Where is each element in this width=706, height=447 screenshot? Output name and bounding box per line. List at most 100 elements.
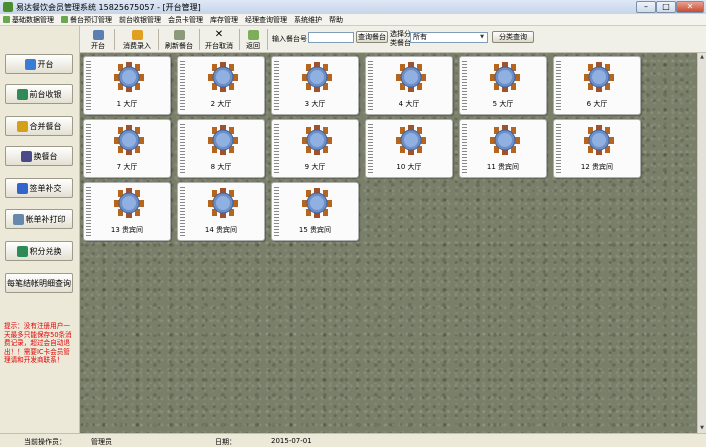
table-number-input[interactable] xyxy=(308,32,354,43)
close-button[interactable]: ✕ xyxy=(676,1,704,13)
dining-table-label: 5 大厅 xyxy=(492,100,514,108)
menu-item-label: 餐台预订管理 xyxy=(70,15,112,24)
sidebar-button[interactable]: 帐单补打印 xyxy=(5,209,73,229)
menu-item-label: 库存管理 xyxy=(210,15,238,24)
scroll-up-icon[interactable]: ▲ xyxy=(698,53,706,62)
dining-table-card[interactable]: 8 大厅 xyxy=(177,119,265,178)
dining-table-label: 4 大厅 xyxy=(398,100,420,108)
dining-table-icon xyxy=(490,62,520,92)
dining-table-card[interactable]: 1 大厅 xyxy=(83,56,171,115)
dining-table-card[interactable]: 12 贵宾间 xyxy=(553,119,641,178)
dining-table-card[interactable]: 15 贵宾间 xyxy=(271,182,359,241)
table-number-label: 输入餐台号 xyxy=(272,35,307,43)
menu-item[interactable]: 库存管理 xyxy=(207,15,242,25)
close-icon: ✕ xyxy=(686,2,694,11)
menu-item[interactable]: 经理查询管理 xyxy=(242,15,291,25)
toolbar-separator xyxy=(114,29,115,50)
sidebar-button-icon xyxy=(16,120,28,132)
menu-item[interactable]: 基础数据管理 xyxy=(0,15,58,25)
sidebar-button-icon xyxy=(20,150,32,162)
minimize-button[interactable]: – xyxy=(636,1,656,13)
sidebar-button[interactable]: 换餐台 xyxy=(5,146,73,166)
sidebar-button[interactable]: 开台 xyxy=(5,54,73,74)
operator-value: 管理员 xyxy=(91,438,112,446)
category-query-button[interactable]: 分类查询 xyxy=(492,31,534,43)
dining-table-card[interactable]: 10 大厅 xyxy=(365,119,453,178)
refresh-icon xyxy=(173,30,185,40)
dining-table-icon xyxy=(208,62,238,92)
sidebar-button[interactable]: 前台收银 xyxy=(5,84,73,104)
menu-item[interactable]: 前台收银管理 xyxy=(116,15,165,25)
app-logo-icon xyxy=(3,2,13,12)
dining-table-card[interactable]: 6 大厅 xyxy=(553,56,641,115)
minimize-icon: – xyxy=(644,2,648,11)
consumption-entry-button[interactable]: 消费录入 xyxy=(120,27,154,52)
back-label: 返回 xyxy=(246,42,260,50)
dining-table-label: 15 贵宾间 xyxy=(298,226,332,234)
maximize-button[interactable]: □ xyxy=(656,1,676,13)
menu-item-label: 会员卡管理 xyxy=(168,15,203,24)
dining-table-card[interactable]: 9 大厅 xyxy=(271,119,359,178)
dining-table-card[interactable]: 13 贵宾间 xyxy=(83,182,171,241)
dining-table-label: 6 大厅 xyxy=(586,100,608,108)
sidebar-button-icon xyxy=(16,245,28,257)
category-selected-value: 所有 xyxy=(413,33,427,41)
vertical-scrollbar[interactable]: ▲ ▼ xyxy=(697,53,706,433)
dining-table-label: 13 贵宾间 xyxy=(110,226,144,234)
maximize-icon: □ xyxy=(662,2,670,11)
dining-table-label: 9 大厅 xyxy=(304,163,326,171)
dining-table-card[interactable]: 2 大厅 xyxy=(177,56,265,115)
toolbar-separator xyxy=(158,29,159,50)
menu-item[interactable]: 帮助 xyxy=(326,15,347,25)
back-button[interactable]: 返回 xyxy=(243,27,263,52)
dining-table-icon xyxy=(584,125,614,155)
dining-table-icon xyxy=(490,125,520,155)
scroll-down-icon[interactable]: ▼ xyxy=(698,424,706,433)
toolbar: 开台 消费录入 刷新餐台 ✕ 开台取消 返回 输入餐台号 查询餐台 选择分 类餐… xyxy=(80,26,706,53)
food-entry-icon xyxy=(131,30,143,40)
date-label: 日期： xyxy=(215,438,236,446)
cancel-open-table-label: 开台取消 xyxy=(205,42,233,50)
sidebar-button[interactable]: 签单补交 xyxy=(5,178,73,198)
refresh-tables-button[interactable]: 刷新餐台 xyxy=(162,27,196,52)
cancel-x-icon: ✕ xyxy=(214,29,224,40)
left-sidebar: 提示：没有注册用户一天最多只能保存50条消费记录，超过会自动退出！！需要IC卡会… xyxy=(0,26,80,433)
open-table-button[interactable]: 开台 xyxy=(86,27,110,52)
dining-table-card[interactable]: 11 贵宾间 xyxy=(459,119,547,178)
dining-table-icon xyxy=(208,188,238,218)
dining-table-card[interactable]: 5 大厅 xyxy=(459,56,547,115)
dining-table-label: 3 大厅 xyxy=(304,100,326,108)
refresh-tables-label: 刷新餐台 xyxy=(165,42,193,50)
query-table-button[interactable]: 查询餐台 xyxy=(356,31,388,43)
dining-table-icon xyxy=(114,62,144,92)
menu-item-label: 经理查询管理 xyxy=(245,15,287,24)
dining-table-card[interactable]: 7 大厅 xyxy=(83,119,171,178)
dining-table-label: 11 贵宾间 xyxy=(486,163,520,171)
dining-table-card[interactable]: 3 大厅 xyxy=(271,56,359,115)
sidebar-button-icon xyxy=(24,58,36,70)
dining-table-card[interactable]: 4 大厅 xyxy=(365,56,453,115)
sidebar-button[interactable]: 积分兑换 xyxy=(5,241,73,261)
menu-item-label: 帮助 xyxy=(329,15,343,24)
sidebar-button-label: 开台 xyxy=(37,59,54,69)
menu-item[interactable]: 餐台预订管理 xyxy=(58,15,116,25)
category-label-line2: 类餐台 xyxy=(390,39,411,47)
menu-item[interactable]: 系统维护 xyxy=(291,15,326,25)
sidebar-button-icon xyxy=(16,182,28,194)
sidebar-button-label: 签单补交 xyxy=(29,183,62,193)
dining-table-label: 14 贵宾间 xyxy=(204,226,238,234)
category-select[interactable]: 所有 ▼ xyxy=(410,32,488,43)
sidebar-button[interactable]: 每笔结帐明细查询 xyxy=(5,273,73,293)
operator-label: 当前操作员： xyxy=(24,438,66,446)
dining-table-card[interactable]: 14 贵宾间 xyxy=(177,182,265,241)
menu-icon xyxy=(61,16,68,23)
dining-table-label: 8 大厅 xyxy=(210,163,232,171)
menu-bar: 基础数据管理 餐台预订管理 前台收银管理 会员卡管理 库存管理 经理查询管理 系统维护 帮助 xyxy=(0,14,706,26)
table-grid-area: ▲ ▼ 1 大厅 2 大厅 3 大厅 4 大厅 5 大厅 6 大厅 7 大厅 8 大厅 9 大厅… xyxy=(80,53,706,433)
toolbar-separator xyxy=(199,29,200,50)
dining-table-icon xyxy=(396,62,426,92)
cancel-open-table-button[interactable]: ✕ 开台取消 xyxy=(202,27,236,52)
menu-item[interactable]: 会员卡管理 xyxy=(165,15,207,25)
registration-notice: 提示：没有注册用户一天最多只能保存50条消费记录，超过会自动退出！！需要IC卡会… xyxy=(4,322,72,365)
sidebar-button[interactable]: 合并餐台 xyxy=(5,116,73,136)
